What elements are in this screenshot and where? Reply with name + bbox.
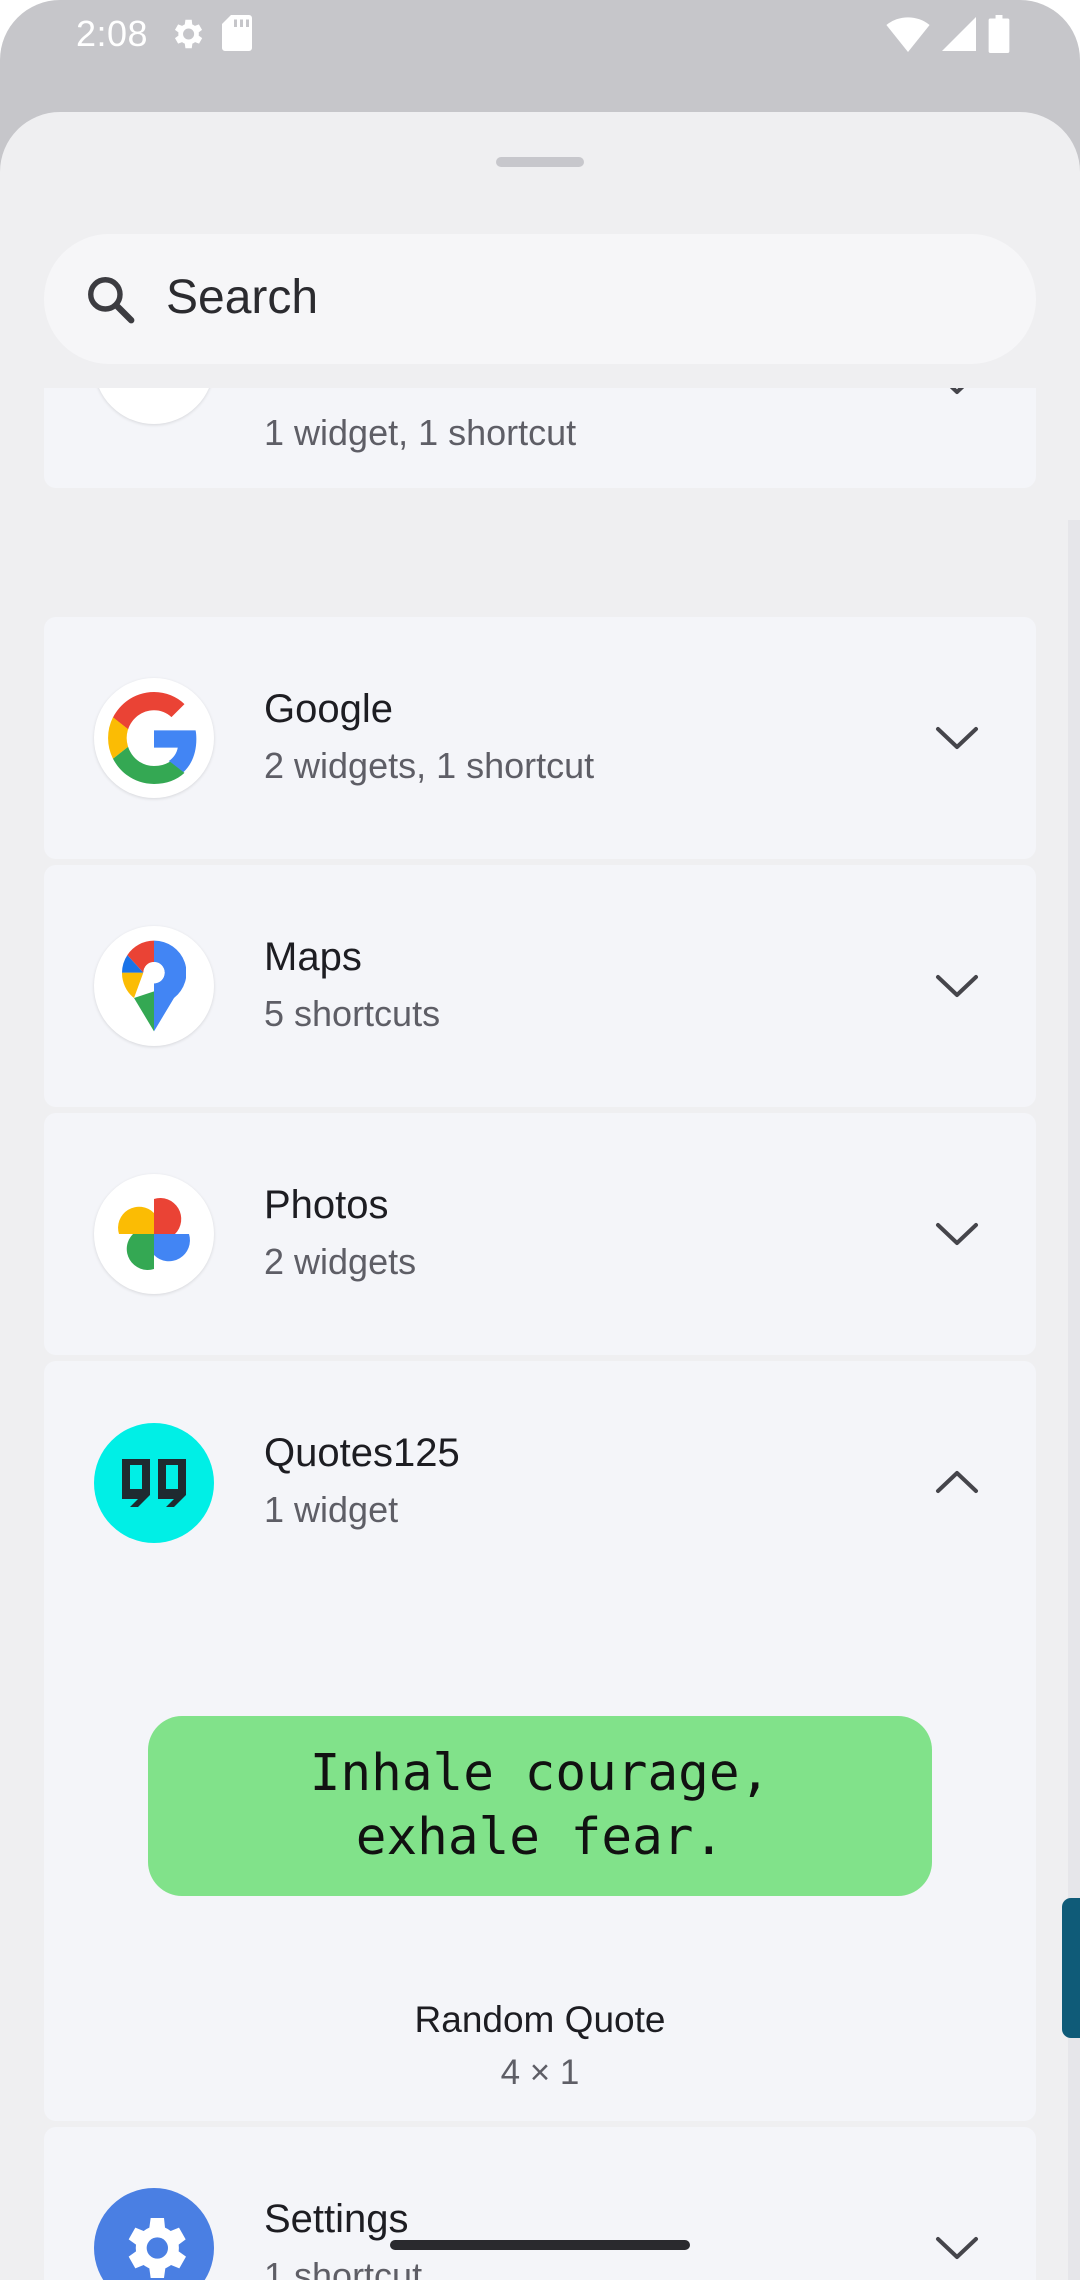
widget-size: 4 × 1 <box>500 2053 580 2092</box>
chevron-up-icon[interactable] <box>934 1467 980 1497</box>
status-left-icons <box>168 15 252 53</box>
gesture-nav-handle[interactable] <box>390 2240 690 2250</box>
chevron-down-icon[interactable] <box>934 1219 980 1249</box>
chevron-down-icon[interactable] <box>934 2233 980 2263</box>
status-bar: 2:08 <box>0 0 1080 70</box>
app-name: Maps <box>264 935 362 979</box>
app-subtitle: 2 widgets <box>264 1241 417 1282</box>
app-card-google[interactable]: Google 2 widgets, 1 shortcut <box>44 617 1036 859</box>
battery-icon <box>988 15 1010 53</box>
quote-line: Inhale courage, <box>309 1744 771 1803</box>
quote-line: exhale fear. <box>355 1808 725 1867</box>
sheet-drag-handle[interactable] <box>496 157 584 167</box>
status-time: 2:08 <box>76 13 149 54</box>
widget-name: Random Quote <box>414 1999 666 2040</box>
app-name: Photos <box>264 1183 389 1227</box>
app-card-settings[interactable]: Settings 1 shortcut <box>44 2127 1036 2280</box>
sd-card-icon <box>222 15 252 51</box>
widget-preview-random-quote[interactable]: Inhale courage, exhale fear. <box>148 1716 932 1896</box>
widget-quote: Inhale courage, exhale fear. <box>310 1742 771 1870</box>
app-card-photos[interactable]: Photos 2 widgets <box>44 1113 1036 1355</box>
app-subtitle: 1 shortcut <box>264 2255 423 2280</box>
app-subtitle: 1 widget <box>264 1489 399 1530</box>
settings-icon <box>94 2188 214 2280</box>
device-screen: 2:08 Search 1 widget, 1 shortcut Google … <box>0 0 1080 2280</box>
wifi-icon <box>886 17 930 52</box>
maps-icon <box>94 926 214 1046</box>
cell-signal-icon <box>942 17 976 51</box>
app-card-maps[interactable]: Maps 5 shortcuts <box>44 865 1036 1107</box>
widgets-bottom-sheet: Search 1 widget, 1 shortcut Google 2 wid… <box>0 112 1080 2280</box>
app-card-quotes125[interactable]: Quotes125 1 widget Inhale courage, exhal… <box>44 1361 1036 2121</box>
settings-gear-icon <box>174 19 203 49</box>
chevron-down-icon[interactable] <box>934 723 980 753</box>
app-subtitle: 5 shortcuts <box>264 993 441 1034</box>
search-bar[interactable]: Search <box>44 234 1036 364</box>
google-icon <box>94 678 214 798</box>
search-placeholder: Search <box>166 271 319 324</box>
search-icon <box>88 277 135 324</box>
app-subtitle: 2 widgets, 1 shortcut <box>264 745 595 786</box>
gmail-icon <box>94 388 214 424</box>
status-right-icons <box>886 15 1010 53</box>
chevron-down-icon[interactable] <box>934 971 980 1001</box>
photos-icon <box>94 1174 214 1294</box>
chevron-down-icon[interactable] <box>934 388 980 398</box>
app-name: Settings <box>264 2197 409 2241</box>
quotes-app-icon <box>94 1423 214 1543</box>
app-name: Google <box>264 687 393 731</box>
app-card-gmail[interactable]: 1 widget, 1 shortcut <box>44 388 1036 488</box>
app-list[interactable]: 1 widget, 1 shortcut Google 2 widgets, 1 <box>0 388 1080 2280</box>
scrollbar-thumb[interactable] <box>1062 1898 1080 2038</box>
app-subtitle: 1 widget, 1 shortcut <box>264 412 577 453</box>
app-name: Quotes125 <box>264 1431 460 1475</box>
